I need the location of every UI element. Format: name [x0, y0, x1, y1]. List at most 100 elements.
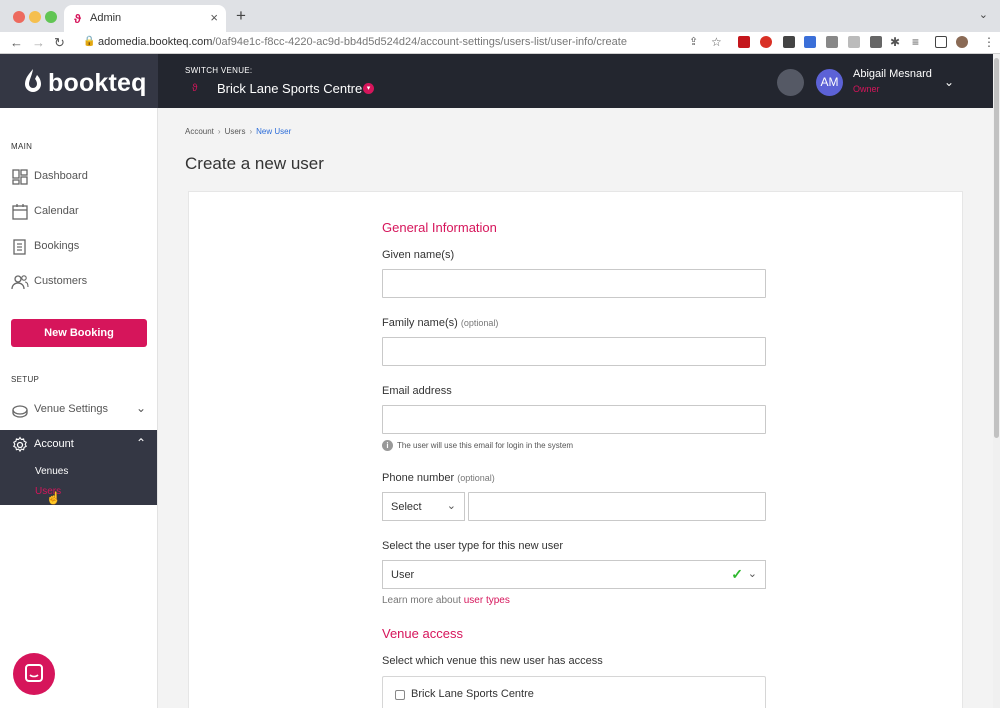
email-label: Email address: [382, 385, 452, 397]
brand-name: bookteq: [48, 69, 147, 97]
address-bar: ← → ↻ 🔒 adomedia.bookteq.com/0af94e1c-f8…: [0, 32, 1000, 54]
family-name-input[interactable]: [382, 337, 766, 366]
chat-support-button[interactable]: [13, 653, 55, 695]
extensions-puzzle-icon[interactable]: ✱: [890, 35, 900, 49]
sidebar-item-calendar[interactable]: Calendar: [0, 197, 157, 227]
email-hint: The user will use this email for login i…: [397, 441, 574, 450]
back-icon[interactable]: ←: [10, 35, 23, 50]
sidebar-item-label: Calendar: [34, 205, 79, 217]
sidebar: MAIN Dashboard Calendar Bookings Custome…: [0, 108, 158, 708]
sidebar-item-label: Venue Settings: [34, 403, 109, 415]
lock-icon: 🔒: [83, 36, 96, 47]
chevron-up-icon: ⌃: [135, 436, 146, 450]
venue-access-heading: Venue access: [382, 626, 463, 641]
email-input[interactable]: [382, 405, 766, 434]
user-types-link[interactable]: user types: [464, 595, 510, 606]
browser-tabbar: ϑ Admin × + ⌄: [0, 0, 1000, 32]
user-name[interactable]: Abigail Mesnard: [853, 68, 932, 80]
extension-gray-icon[interactable]: [826, 36, 838, 48]
extension-script-icon[interactable]: [870, 36, 882, 48]
venue-checkbox[interactable]: [395, 690, 405, 700]
forward-icon[interactable]: →: [32, 35, 45, 50]
calendar-icon: [12, 204, 28, 220]
sidebar-item-bookings[interactable]: Bookings: [0, 232, 157, 262]
user-menu-chevron-icon[interactable]: ⌄: [944, 75, 954, 89]
sidebar-item-dashboard[interactable]: Dashboard: [0, 162, 157, 192]
bookteq-favicon-icon: ϑ: [74, 12, 81, 26]
bookings-icon: [13, 239, 26, 255]
phone-country-select-value: Select: [391, 501, 422, 513]
venue-logo-icon: ϑ: [192, 83, 198, 94]
url-host: adomedia.bookteq.com: [98, 36, 213, 48]
scrollbar-thumb[interactable]: [994, 58, 999, 438]
sidebar-item-venue-settings[interactable]: Venue Settings ⌄: [0, 395, 157, 425]
minimize-window-button[interactable]: [29, 11, 41, 23]
main-section-label: MAIN: [11, 142, 33, 151]
bookteq-logo-icon: [25, 69, 41, 92]
sidebar-item-label: Customers: [34, 275, 88, 287]
given-name-input[interactable]: [382, 269, 766, 298]
reading-list-icon[interactable]: ≡: [912, 35, 919, 49]
chevron-down-icon: ⌄: [747, 568, 757, 580]
breadcrumb-separator-icon: ›: [217, 127, 221, 136]
extension-shield-icon[interactable]: [760, 36, 772, 48]
switch-venue-label: SWITCH VENUE:: [185, 66, 253, 75]
close-window-button[interactable]: [13, 11, 25, 23]
tab-close-icon[interactable]: ×: [210, 10, 218, 25]
general-information-heading: General Information: [382, 220, 497, 235]
sidebar-subitem-venues[interactable]: Venues: [35, 466, 68, 477]
share-icon[interactable]: ⇪: [689, 35, 698, 48]
breadcrumb-separator-icon: ›: [249, 127, 253, 136]
venue-dropdown-icon[interactable]: ▾: [363, 83, 374, 94]
customers-icon: [11, 275, 29, 290]
brand-block[interactable]: bookteq: [0, 54, 158, 108]
sidepanel-icon[interactable]: [935, 36, 947, 48]
browser-menu-icon[interactable]: ⋮: [983, 35, 995, 49]
learn-more-prefix: Learn more about: [382, 595, 461, 606]
extension-dark-icon[interactable]: [783, 36, 795, 48]
reload-icon[interactable]: ↻: [54, 35, 65, 51]
avatar[interactable]: AM: [816, 69, 843, 96]
new-tab-icon[interactable]: +: [236, 6, 246, 26]
maximize-window-button[interactable]: [45, 11, 57, 23]
notifications-icon[interactable]: [777, 69, 804, 96]
chevron-down-icon: ⌄: [135, 401, 146, 415]
hand-cursor-icon: ☝: [46, 491, 61, 505]
extension-blue-icon[interactable]: [804, 36, 816, 48]
setup-section-label: SETUP: [11, 375, 40, 384]
sidebar-item-label: Account: [34, 438, 74, 450]
page-title: Create a new user: [185, 154, 324, 173]
sidebar-item-customers[interactable]: Customers: [0, 267, 157, 297]
tab-search-chevron-icon[interactable]: ⌄: [979, 8, 988, 21]
user-type-select[interactable]: User ✓ ⌄: [382, 560, 766, 589]
page-scrollbar[interactable]: [993, 54, 1000, 708]
sidebar-item-label: Dashboard: [34, 170, 88, 182]
breadcrumb-account[interactable]: Account: [185, 127, 214, 136]
profile-avatar-icon[interactable]: [956, 36, 968, 48]
tab-title: Admin: [90, 12, 122, 24]
phone-number-input[interactable]: [468, 492, 766, 521]
breadcrumb: Account › Users › New User: [185, 127, 291, 136]
user-type-select-value: User: [391, 569, 415, 581]
family-name-label: Family name(s) (optional): [382, 317, 498, 329]
extension-light-icon[interactable]: [848, 36, 860, 48]
user-role: Owner: [853, 84, 880, 94]
venue-option-row: Brick Lane Sports Centre: [382, 676, 766, 708]
user-type-label: Select the user type for this new user: [382, 540, 563, 552]
bookmark-star-icon[interactable]: ☆: [711, 35, 722, 49]
new-booking-button[interactable]: New Booking: [11, 319, 147, 347]
optional-tag: (optional): [460, 318, 499, 328]
url-field[interactable]: adomedia.bookteq.com/0af94e1c-f8cc-4220-…: [98, 36, 627, 48]
check-icon: ✓: [731, 566, 743, 582]
browser-tab[interactable]: ϑ Admin ×: [64, 5, 226, 32]
info-icon: i: [382, 440, 393, 451]
given-name-label: Given name(s): [382, 249, 455, 261]
venue-name[interactable]: Brick Lane Sports Centre: [217, 81, 362, 96]
breadcrumb-users[interactable]: Users: [225, 127, 246, 136]
venue-option-label[interactable]: Brick Lane Sports Centre: [411, 688, 534, 700]
dashboard-icon: [12, 169, 28, 185]
sidebar-item-account[interactable]: Account ⌃: [0, 430, 157, 460]
stadium-icon: [12, 405, 28, 418]
extension-red-icon[interactable]: [738, 36, 750, 48]
phone-country-select[interactable]: Select ⌄: [382, 492, 465, 521]
